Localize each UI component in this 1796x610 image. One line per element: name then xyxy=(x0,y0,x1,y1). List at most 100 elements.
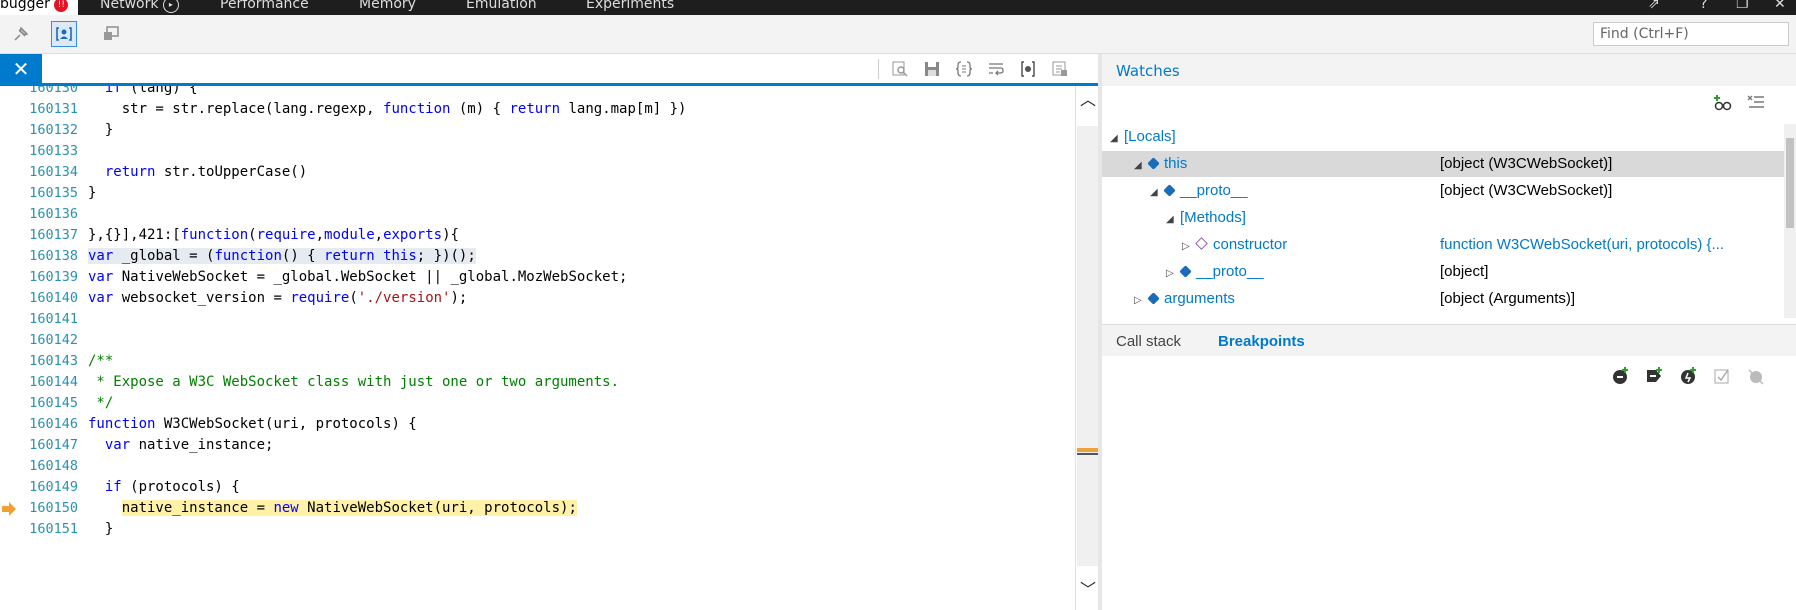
watch-row[interactable]: ◢ this [object (W3CWebSocket)] xyxy=(1102,151,1784,177)
network-record-icon: ▸ xyxy=(162,0,179,13)
line-number[interactable]: 160134 xyxy=(20,164,78,180)
expand-icon[interactable]: ▷ xyxy=(1166,268,1176,279)
watch-name[interactable]: ◢ this xyxy=(1134,155,1187,172)
watch-value: [object (Arguments)] xyxy=(1440,290,1576,307)
save-icon[interactable] xyxy=(921,59,943,79)
word-wrap-icon[interactable] xyxy=(985,59,1007,79)
watch-row[interactable]: ▷ __proto__ [object] xyxy=(1102,259,1784,285)
line-number[interactable]: 160141 xyxy=(20,311,78,327)
add-watch-icon[interactable] xyxy=(1713,94,1733,116)
object-icon xyxy=(1179,265,1192,278)
debugger-toolbar: Find (Ctrl+F) xyxy=(0,15,1796,54)
line-number[interactable]: 160137 xyxy=(20,227,78,243)
tab-experiments-label: Experiments xyxy=(586,0,675,12)
collapse-icon[interactable]: ◢ xyxy=(1150,187,1160,198)
bottom-pane-tabs: Call stack Breakpoints xyxy=(1102,324,1796,357)
tab-experiments[interactable]: Experiments xyxy=(586,0,674,12)
line-number[interactable]: 160149 xyxy=(20,479,78,495)
watch-row[interactable]: ◢ [Locals] xyxy=(1102,124,1784,150)
scroll-track[interactable] xyxy=(1077,126,1098,566)
line-number[interactable]: 160144 xyxy=(20,374,78,390)
find-in-file-icon[interactable] xyxy=(889,59,911,79)
line-number[interactable]: 160151 xyxy=(20,521,78,537)
watch-name[interactable]: ◢ __proto__ xyxy=(1150,182,1248,199)
code-text: } xyxy=(88,122,114,138)
watch-row[interactable]: ▷ constructor function W3CWebSocket(uri, p… xyxy=(1102,232,1784,258)
breakpoint-panel-icon[interactable] xyxy=(98,21,124,47)
help-icon[interactable]: ? xyxy=(1700,0,1707,12)
close-icon[interactable]: ✕ xyxy=(1774,0,1786,12)
collapse-icon[interactable]: ◢ xyxy=(1166,214,1176,225)
code-text: } xyxy=(88,521,114,537)
line-number[interactable]: 160139 xyxy=(20,269,78,285)
current-line-marker xyxy=(1077,448,1098,452)
watch-name[interactable]: ▷ constructor xyxy=(1182,236,1287,253)
line-number[interactable]: 160138 xyxy=(20,248,78,264)
delete-all-breakpoints-icon[interactable] xyxy=(1608,366,1632,386)
expand-icon[interactable]: ▷ xyxy=(1182,241,1192,252)
line-number[interactable]: 160130 xyxy=(20,86,78,96)
watch-toggle-icon[interactable] xyxy=(51,21,77,47)
format-code-icon[interactable] xyxy=(953,59,975,79)
line-number[interactable]: 160131 xyxy=(20,101,78,117)
line-number[interactable]: 160146 xyxy=(20,416,78,432)
tab-network[interactable]: Network ▸ xyxy=(100,0,179,13)
code-text: var _global = (function() { return this;… xyxy=(88,248,476,264)
tab-performance[interactable]: Performance xyxy=(220,0,309,12)
collapse-icon[interactable]: ◢ xyxy=(1110,133,1120,144)
dock-icon[interactable]: ❐ xyxy=(1736,0,1749,12)
watch-name[interactable]: ▷ arguments xyxy=(1134,290,1235,307)
close-file-button[interactable]: ✕ xyxy=(0,54,42,84)
line-number[interactable]: 160132 xyxy=(20,122,78,138)
editor-tools xyxy=(878,59,1071,79)
editor-scrollbar[interactable]: ︿ ﹀ xyxy=(1075,86,1099,610)
code-text: if (lang) { xyxy=(104,86,198,96)
tab-call-stack[interactable]: Call stack xyxy=(1116,333,1181,350)
code-editor[interactable]: 160130 if (lang) { 160131 str = str.repla… xyxy=(0,86,1075,610)
code-text: var native_instance; xyxy=(104,437,274,453)
watches-scrollbar[interactable] xyxy=(1784,124,1796,318)
line-number[interactable]: 160143 xyxy=(20,353,78,369)
expand-icon[interactable]: ▷ xyxy=(1134,295,1144,306)
watch-row[interactable]: ▷ arguments [object (Arguments)] xyxy=(1102,286,1784,312)
tab-debugger[interactable]: bugger !! xyxy=(0,0,79,15)
watch-name[interactable]: ◢ [Methods] xyxy=(1166,209,1246,226)
remove-all-watches-icon[interactable] xyxy=(1747,94,1765,116)
watches-title: Watches xyxy=(1116,62,1180,80)
line-number[interactable]: 160150 xyxy=(20,500,78,516)
line-number[interactable]: 160145 xyxy=(20,395,78,411)
line-number[interactable]: 160135 xyxy=(20,185,78,201)
object-icon xyxy=(1163,184,1176,197)
scroll-down-icon[interactable]: ﹀ xyxy=(1080,576,1096,600)
scroll-position-marker xyxy=(1077,453,1098,455)
line-number[interactable]: 160136 xyxy=(20,206,78,222)
pin-icon[interactable] xyxy=(8,21,34,47)
tab-breakpoints[interactable]: Breakpoints xyxy=(1218,333,1305,350)
watch-name[interactable]: ◢ [Locals] xyxy=(1110,128,1176,145)
code-line[interactable]: 160151 } xyxy=(0,518,1075,542)
add-event-breakpoint-icon[interactable] xyxy=(1676,366,1700,386)
undock-icon[interactable]: ⇗ xyxy=(1648,0,1660,12)
just-my-code-icon[interactable] xyxy=(1017,59,1039,79)
watch-row[interactable]: ◢ [Methods] xyxy=(1102,205,1784,231)
find-input[interactable]: Find (Ctrl+F) xyxy=(1593,22,1789,46)
line-number[interactable]: 160147 xyxy=(20,437,78,453)
line-number[interactable]: 160140 xyxy=(20,290,78,306)
line-number[interactable]: 160142 xyxy=(20,332,78,348)
watch-row[interactable]: ◢ __proto__ [object (W3CWebSocket)] xyxy=(1102,178,1784,204)
tab-emulation[interactable]: Emulation xyxy=(466,0,537,12)
source-map-icon[interactable] xyxy=(1049,59,1071,79)
disable-breakpoints-icon[interactable] xyxy=(1744,366,1768,386)
line-number[interactable]: 160148 xyxy=(20,458,78,474)
line-number[interactable]: 160133 xyxy=(20,143,78,159)
watches-scroll-thumb[interactable] xyxy=(1786,138,1794,228)
editor-header: ✕ xyxy=(0,54,1098,86)
tab-memory[interactable]: Memory xyxy=(359,0,416,12)
collapse-icon[interactable]: ◢ xyxy=(1134,160,1144,171)
toggle-all-breakpoints-icon[interactable] xyxy=(1642,366,1666,386)
enable-breakpoints-icon[interactable] xyxy=(1710,366,1734,386)
code-text: str = str.replace(lang.regexp, function … xyxy=(88,101,687,117)
watch-value: function W3CWebSocket(uri, protocols) {.… xyxy=(1440,236,1725,253)
watch-name[interactable]: ▷ __proto__ xyxy=(1166,263,1264,280)
scroll-up-icon[interactable]: ︿ xyxy=(1080,86,1096,110)
